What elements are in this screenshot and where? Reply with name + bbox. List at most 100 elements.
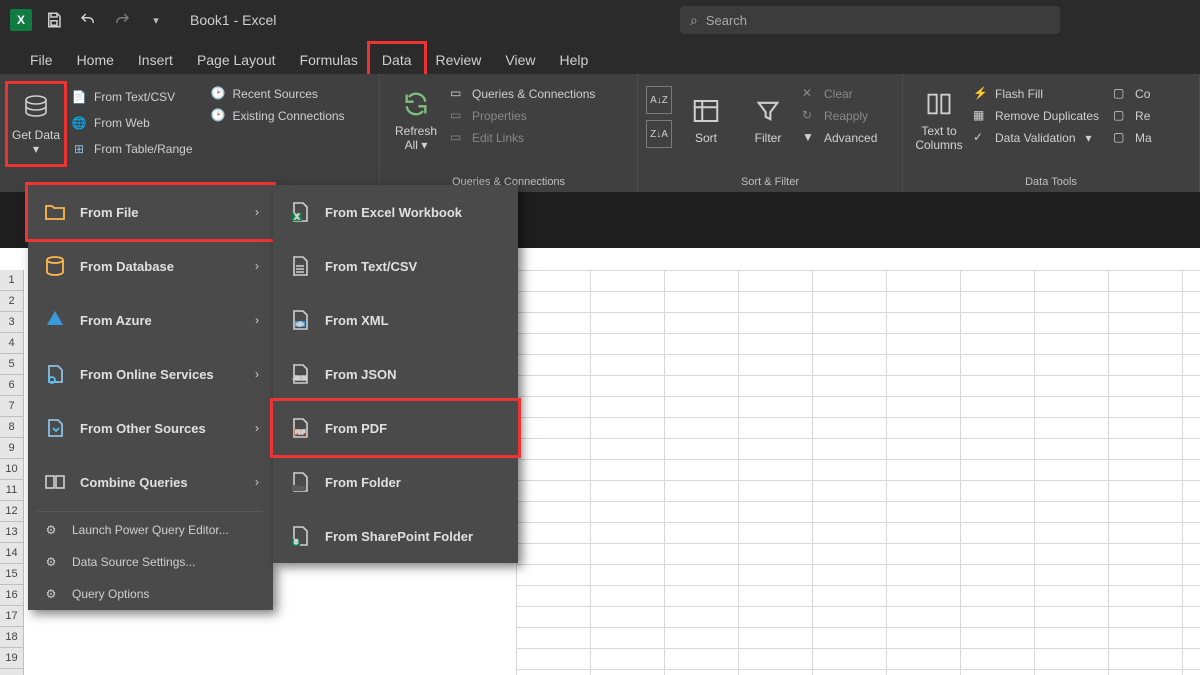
menu-from-database[interactable]: From Database›: [28, 239, 273, 293]
undo-icon[interactable]: [76, 8, 100, 32]
tab-file[interactable]: File: [18, 44, 65, 74]
qc-item-1: ▭Properties: [450, 108, 595, 124]
cells-grid[interactable]: [516, 270, 1200, 675]
menu-icon: [42, 307, 68, 333]
file-type-icon: JSON: [287, 361, 313, 387]
tab-review[interactable]: Review: [424, 44, 494, 74]
menu-from-online-services[interactable]: From Online Services›: [28, 347, 273, 401]
submenu-from-sharepoint-folder[interactable]: SFrom SharePoint Folder: [273, 509, 518, 563]
tab-view[interactable]: View: [493, 44, 547, 74]
row-header-18[interactable]: 18: [0, 627, 23, 648]
chevron-right-icon: ›: [255, 421, 259, 435]
svg-text:</>: </>: [296, 322, 303, 328]
submenu-from-pdf[interactable]: PDFFrom PDF: [273, 401, 518, 455]
gear-icon: ⚙: [42, 521, 60, 539]
menu-secondary-1[interactable]: ⚙Data Source Settings...: [28, 546, 273, 578]
file-type-icon: S: [287, 523, 313, 549]
partial-item-0[interactable]: ▢Co: [1113, 86, 1152, 102]
row-header-15[interactable]: 15: [0, 564, 23, 585]
sort-asc-icon[interactable]: A↓Z: [646, 86, 672, 114]
menu-from-azure[interactable]: From Azure›: [28, 293, 273, 347]
row-header-4[interactable]: 4: [0, 333, 23, 354]
refresh-icon: [400, 88, 432, 120]
submenu-from-xml[interactable]: </>From XML: [273, 293, 518, 347]
row-header-11[interactable]: 11: [0, 480, 23, 501]
redo-icon[interactable]: [110, 8, 134, 32]
row-header-9[interactable]: 9: [0, 438, 23, 459]
save-icon[interactable]: [42, 8, 66, 32]
qat-dropdown-icon[interactable]: ▾: [144, 8, 168, 32]
partial-item-2[interactable]: ▢Ma: [1113, 130, 1152, 146]
sort-desc-icon[interactable]: Z↓A: [646, 120, 672, 148]
filter-sub-icon: ▼: [802, 130, 818, 146]
qc-item-0[interactable]: ▭Queries & Connections: [450, 86, 595, 102]
recent-list: 🕑Recent Sources 🕑Existing Connections: [211, 86, 345, 124]
submenu-from-text-csv[interactable]: From Text/CSV: [273, 239, 518, 293]
row-header-16[interactable]: 16: [0, 585, 23, 606]
filter-button[interactable]: Filter: [740, 80, 796, 160]
row-header-8[interactable]: 8: [0, 417, 23, 438]
menu-icon: [42, 361, 68, 387]
refresh-all-button[interactable]: Refresh All ▾: [388, 80, 444, 160]
tab-formulas[interactable]: Formulas: [288, 44, 370, 74]
row-headers[interactable]: 12345678910111213141516171819: [0, 270, 24, 675]
from-source-1[interactable]: 🌐From Web: [70, 112, 193, 134]
row-header-13[interactable]: 13: [0, 522, 23, 543]
menu-secondary-0[interactable]: ⚙Launch Power Query Editor...: [28, 514, 273, 546]
tab-page-layout[interactable]: Page Layout: [185, 44, 288, 74]
partial-icon: ▢: [1113, 108, 1129, 124]
menu-icon: [42, 469, 68, 495]
row-header-12[interactable]: 12: [0, 501, 23, 522]
filter-opt-0[interactable]: ✕Clear: [802, 86, 877, 102]
qc-list: ▭Queries & Connections▭Properties▭Edit L…: [450, 86, 595, 146]
refresh-label: Refresh All ▾: [388, 124, 444, 152]
tool-icon: ✓: [973, 130, 989, 146]
row-header-19[interactable]: 19: [0, 648, 23, 669]
menu-from-other-sources[interactable]: From Other Sources›: [28, 401, 273, 455]
file-type-icon: </>: [287, 307, 313, 333]
submenu-from-json[interactable]: JSONFrom JSON: [273, 347, 518, 401]
text-to-columns-button[interactable]: Text to Columns: [911, 80, 967, 160]
partial-item-1[interactable]: ▢Re: [1113, 108, 1152, 124]
svg-text:X: X: [295, 214, 300, 221]
recent-0[interactable]: 🕑Recent Sources: [211, 86, 345, 102]
from-source-0[interactable]: 📄From Text/CSV: [70, 86, 193, 108]
row-header-6[interactable]: 6: [0, 375, 23, 396]
tab-home[interactable]: Home: [65, 44, 126, 74]
row-header-17[interactable]: 17: [0, 606, 23, 627]
svg-text:JSON: JSON: [293, 376, 307, 382]
get-data-button[interactable]: Get Data ▾: [8, 84, 64, 164]
file-icon: ⊞: [70, 140, 88, 158]
row-header-7[interactable]: 7: [0, 396, 23, 417]
sort-button[interactable]: Sort: [678, 80, 734, 160]
recent-1[interactable]: 🕑Existing Connections: [211, 108, 345, 124]
row-header-10[interactable]: 10: [0, 459, 23, 480]
menu-secondary-2[interactable]: ⚙Query Options: [28, 578, 273, 610]
menu-from-file[interactable]: From File›: [28, 185, 273, 239]
gear-icon: ⚙: [42, 553, 60, 571]
tab-help[interactable]: Help: [548, 44, 601, 74]
filter-opt-2[interactable]: ▼Advanced: [802, 130, 877, 146]
row-header-14[interactable]: 14: [0, 543, 23, 564]
doc-icon: 🕑: [211, 108, 227, 124]
row-header-1[interactable]: 1: [0, 270, 23, 291]
filter-opt-1[interactable]: ↻Reapply: [802, 108, 877, 124]
dt-item-1[interactable]: ▦Remove Duplicates: [973, 108, 1099, 124]
doc-icon: 🕑: [211, 86, 227, 102]
submenu-from-folder[interactable]: From Folder: [273, 455, 518, 509]
row-header-2[interactable]: 2: [0, 291, 23, 312]
menu-icon: [42, 415, 68, 441]
sort-icon: [690, 95, 722, 127]
tab-data[interactable]: Data: [370, 44, 424, 74]
row-header-3[interactable]: 3: [0, 312, 23, 333]
dt-item-2[interactable]: ✓Data Validation ▾: [973, 130, 1099, 146]
dt-item-0[interactable]: ⚡Flash Fill: [973, 86, 1099, 102]
from-source-2[interactable]: ⊞From Table/Range: [70, 138, 193, 160]
search-box[interactable]: ⌕ Search: [680, 6, 1060, 34]
row-header-5[interactable]: 5: [0, 354, 23, 375]
partial-icon: ▢: [1113, 130, 1129, 146]
submenu-from-excel-workbook[interactable]: XFrom Excel Workbook: [273, 185, 518, 239]
tab-insert[interactable]: Insert: [126, 44, 185, 74]
menu-combine-queries[interactable]: Combine Queries›: [28, 455, 273, 509]
chevron-right-icon: ›: [255, 367, 259, 381]
